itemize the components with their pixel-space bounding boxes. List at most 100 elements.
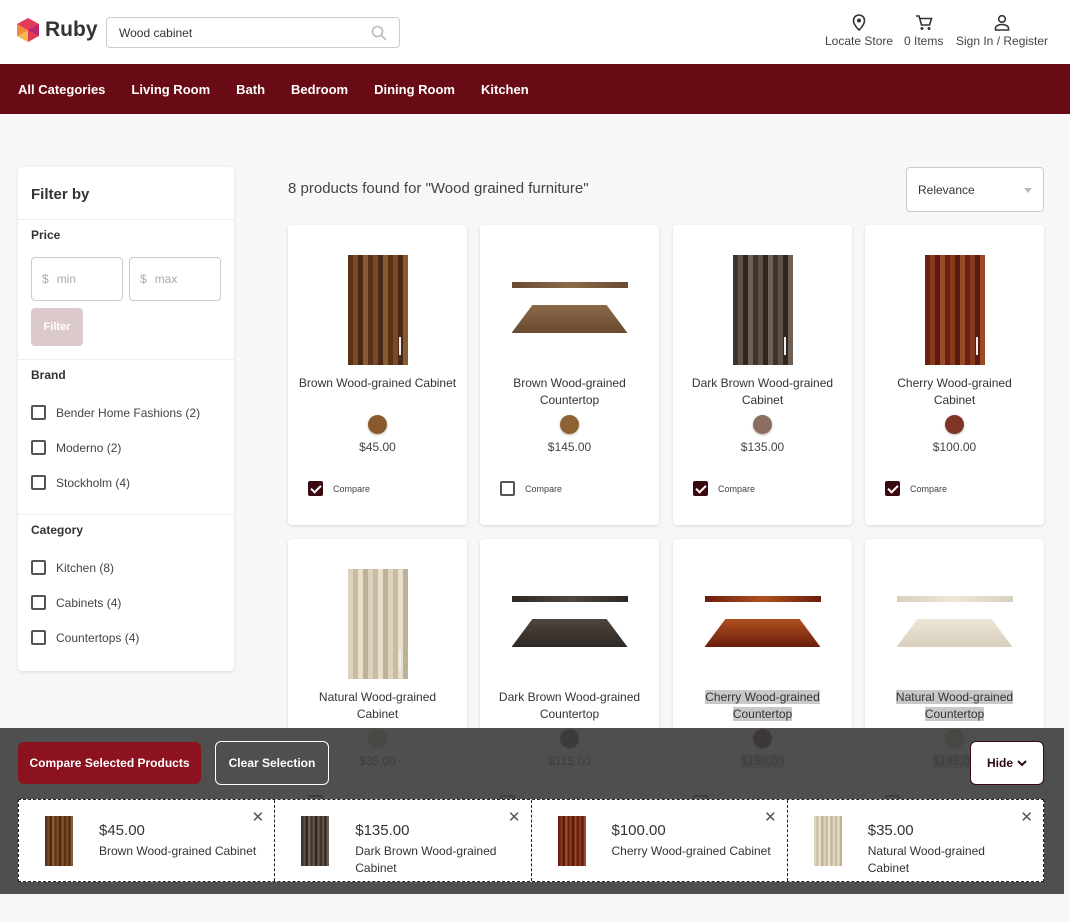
- product-thumbnail: [813, 816, 842, 866]
- product-name[interactable]: Natural Wood-grained Cabinet: [298, 689, 457, 723]
- nav-item[interactable]: Dining Room: [374, 82, 455, 97]
- compare-item-name: Natural Wood-grained Cabinet: [867, 844, 985, 875]
- sort-value: Relevance: [918, 182, 975, 197]
- product-card[interactable]: Dark Brown Wood-grained Cabinet $135.00 …: [673, 225, 852, 525]
- category-filter-option[interactable]: Cabinets (4): [31, 595, 121, 610]
- product-name-text: Cherry Wood-grained Cabinet: [897, 376, 1012, 407]
- color-swatch[interactable]: [945, 415, 964, 434]
- nav-item[interactable]: All Categories: [18, 82, 105, 97]
- header: Ruby Wood cabinet Locate Store 0 Items S…: [0, 0, 1070, 64]
- compare-item-price: $35.00: [867, 822, 914, 839]
- color-swatch[interactable]: [368, 415, 387, 434]
- checkbox[interactable]: [693, 481, 708, 496]
- logo[interactable]: Ruby: [17, 18, 98, 42]
- checkbox[interactable]: [31, 595, 46, 610]
- caret-down-icon: [1024, 187, 1032, 197]
- chevron-down-icon: [1017, 759, 1027, 766]
- search-input[interactable]: Wood cabinet: [106, 17, 400, 48]
- price-min-input[interactable]: $ min: [31, 257, 123, 301]
- clear-selection-button[interactable]: Clear Selection: [215, 741, 329, 785]
- option-label: Countertops (4): [56, 630, 140, 645]
- product-name[interactable]: Natural Wood-grained Countertop: [875, 689, 1034, 723]
- checkbox[interactable]: [885, 481, 900, 496]
- option-label: Kitchen (8): [56, 560, 115, 575]
- compare-item-price: $135.00: [355, 822, 410, 839]
- location-pin-icon: [852, 14, 866, 31]
- product-name[interactable]: Cherry Wood-grained Cabinet: [875, 375, 1034, 409]
- option-label: Cabinets (4): [56, 595, 122, 610]
- search-icon[interactable]: [371, 25, 387, 41]
- compare-item: $45.00 Brown Wood-grained Cabinet ✕: [19, 800, 276, 881]
- cabinet-image: [347, 569, 408, 679]
- countertop-image: [704, 569, 821, 679]
- compare-selected-button[interactable]: Compare Selected Products: [18, 742, 201, 784]
- category-label: Category: [31, 523, 84, 537]
- min-placeholder: min: [56, 272, 77, 286]
- product-price: $100.00: [932, 440, 977, 454]
- product-card[interactable]: Cherry Wood-grained Cabinet $100.00 Comp…: [865, 225, 1044, 525]
- brand-filter-option[interactable]: Stockholm (4): [31, 475, 130, 490]
- compare-checkbox[interactable]: Compare: [308, 481, 370, 496]
- product-price: $45.00: [359, 440, 396, 454]
- compare-checkbox[interactable]: Compare: [500, 481, 562, 496]
- sign-in-link[interactable]: Sign In / Register: [956, 14, 1048, 48]
- compare-checkbox[interactable]: Compare: [885, 481, 947, 496]
- checkbox[interactable]: [31, 475, 46, 490]
- color-swatch[interactable]: [753, 415, 772, 434]
- cart-link[interactable]: 0 Items: [904, 14, 943, 48]
- product-name-text: Dark Brown Wood-grained Countertop: [498, 690, 641, 721]
- product-thumbnail: [301, 816, 330, 866]
- checkbox[interactable]: [500, 481, 515, 496]
- category-filter-option[interactable]: Countertops (4): [31, 630, 139, 645]
- compare-item: $100.00 Cherry Wood-grained Cabinet ✕: [532, 800, 788, 881]
- compare-label: Compare: [910, 483, 948, 494]
- compare-bar: Compare Selected Products Clear Selectio…: [0, 728, 1064, 894]
- compare-label: Compare: [525, 483, 563, 494]
- remove-icon[interactable]: ✕: [764, 808, 777, 826]
- hide-button[interactable]: Hide: [970, 741, 1044, 785]
- compare-label: Compare: [333, 483, 371, 494]
- remove-icon[interactable]: ✕: [1020, 808, 1033, 826]
- product-name[interactable]: Dark Brown Wood-grained Countertop: [490, 689, 649, 723]
- divider: [18, 219, 234, 220]
- sign-in-label: Sign In / Register: [956, 34, 1049, 48]
- product-name[interactable]: Cherry Wood-grained Countertop: [683, 689, 842, 723]
- compare-item-name: Dark Brown Wood-grained Cabinet: [355, 844, 497, 875]
- category-nav: All Categories Living Room Bath Bedroom Dini…: [0, 64, 1070, 114]
- sort-select[interactable]: Relevance: [906, 167, 1044, 212]
- checkbox[interactable]: [31, 630, 46, 645]
- product-thumbnail: [45, 816, 73, 866]
- brand-filter-option[interactable]: Moderno (2): [31, 440, 121, 455]
- brand-filter-option[interactable]: Bender Home Fashions (2): [31, 405, 200, 420]
- remove-icon[interactable]: ✕: [508, 808, 521, 826]
- checkbox[interactable]: [31, 405, 46, 420]
- checkbox[interactable]: [31, 560, 46, 575]
- remove-icon[interactable]: ✕: [252, 808, 265, 826]
- nav-item[interactable]: Living Room: [131, 82, 210, 97]
- checkbox[interactable]: [31, 440, 46, 455]
- compare-item: $135.00 Dark Brown Wood-grained Cabinet ✕: [275, 800, 532, 881]
- nav-item[interactable]: Bath: [236, 82, 265, 97]
- checkbox[interactable]: [308, 481, 323, 496]
- locate-store-link[interactable]: Locate Store: [825, 14, 893, 48]
- product-name-text: Dark Brown Wood-grained Cabinet: [691, 376, 834, 407]
- product-price: $145.00: [547, 440, 592, 454]
- nav-item[interactable]: Kitchen: [481, 82, 529, 97]
- countertop-image: [896, 569, 1013, 679]
- brand-label: Brand: [31, 368, 66, 382]
- compare-checkbox[interactable]: Compare: [693, 481, 755, 496]
- color-swatch[interactable]: [560, 415, 579, 434]
- nav-item[interactable]: Bedroom: [291, 82, 348, 97]
- product-card[interactable]: Brown Wood-grained Countertop $145.00 Co…: [480, 225, 659, 525]
- filter-button[interactable]: Filter: [31, 308, 83, 346]
- product-name[interactable]: Brown Wood-grained Cabinet: [298, 375, 457, 392]
- product-name-text: Natural Wood-grained Cabinet: [318, 690, 437, 721]
- price-max-input[interactable]: $ max: [129, 257, 221, 301]
- product-name[interactable]: Brown Wood-grained Countertop: [490, 375, 649, 409]
- currency-symbol: $: [140, 272, 147, 286]
- product-card[interactable]: Brown Wood-grained Cabinet $45.00 Compar…: [288, 225, 467, 525]
- category-filter-option[interactable]: Kitchen (8): [31, 560, 114, 575]
- cabinet-image: [347, 255, 408, 365]
- countertop-image: [511, 569, 628, 679]
- product-name[interactable]: Dark Brown Wood-grained Cabinet: [683, 375, 842, 409]
